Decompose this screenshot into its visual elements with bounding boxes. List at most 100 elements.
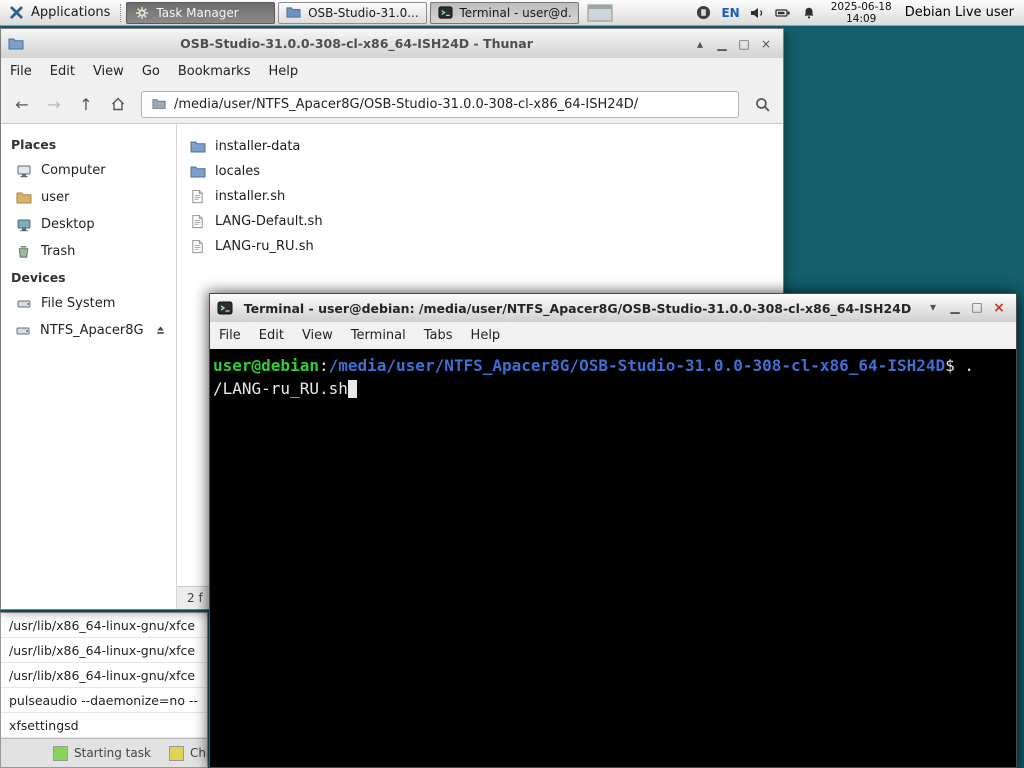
- terminal-menubar: File Edit View Terminal Tabs Help: [210, 322, 1016, 349]
- trash-icon: [15, 243, 32, 260]
- menu-go[interactable]: Go: [133, 64, 169, 79]
- file-row-lang-default-sh[interactable]: LANG-Default.sh: [177, 209, 783, 234]
- menu-terminal[interactable]: Terminal: [342, 328, 415, 343]
- thunar-window-icon: [7, 35, 24, 52]
- places-header: Places: [11, 137, 57, 152]
- process-row[interactable]: /usr/lib/x86_64-linux-gnu/xfce: [1, 663, 207, 688]
- forward-button[interactable]: →: [39, 90, 69, 118]
- close-button[interactable]: ×: [988, 300, 1010, 316]
- taskbar-button-terminal[interactable]: Terminal - user@d...: [430, 1, 580, 24]
- menu-bookmarks[interactable]: Bookmarks: [169, 64, 260, 79]
- thunar-window-title: OSB-Studio-31.0.0-308-cl-x86_64-ISH24D -…: [180, 36, 533, 51]
- menu-help[interactable]: Help: [259, 64, 307, 79]
- menu-file[interactable]: File: [210, 328, 250, 343]
- sidebar-item-desktop[interactable]: Desktop: [1, 211, 176, 238]
- sidebar-item-file-system[interactable]: File System: [1, 290, 176, 317]
- minimize-button[interactable]: ▁: [711, 37, 733, 51]
- path-folder-icon: [150, 96, 167, 113]
- thunar-toolbar: ← → ↑ /media/user/NTFS_Apacer8G/OSB-Stud…: [1, 85, 783, 124]
- taskbar-label: OSB-Studio-31.0....: [308, 5, 421, 20]
- clipboard-manager-icon[interactable]: [695, 4, 712, 21]
- sidebar-item-ntfs-apacer8g[interactable]: NTFS_Apacer8G: [1, 317, 176, 344]
- command-continuation: /LANG-ru_RU.sh: [213, 379, 348, 398]
- menu-file[interactable]: File: [1, 64, 41, 79]
- folder-icon: [189, 138, 206, 155]
- menu-edit[interactable]: Edit: [250, 328, 293, 343]
- menu-help[interactable]: Help: [462, 328, 510, 343]
- sidebar-item-computer[interactable]: Computer: [1, 157, 176, 184]
- shade-button[interactable]: ▴: [689, 37, 711, 51]
- clock-date: 2025-06-18: [830, 0, 892, 13]
- file-row-lang-ru-ru-sh[interactable]: LANG-ru_RU.sh: [177, 234, 783, 259]
- file-name: locales: [215, 164, 261, 179]
- menu-edit[interactable]: Edit: [41, 64, 84, 79]
- prompt-command-start: $ .: [945, 356, 975, 375]
- file-row-locales[interactable]: locales: [177, 159, 783, 184]
- sidebar-item-trash[interactable]: Trash: [1, 238, 176, 265]
- eject-icon[interactable]: [153, 322, 168, 339]
- folder-icon: [189, 163, 206, 180]
- back-button[interactable]: ←: [7, 90, 37, 118]
- thunar-sidebar: Places Computer user Desktop Trash Devic…: [1, 124, 177, 609]
- devices-header: Devices: [11, 270, 66, 285]
- thunar-menubar: File Edit View Go Bookmarks Help: [1, 58, 783, 85]
- prompt-user-host: user@debian: [213, 356, 319, 375]
- script-file-icon: [189, 213, 206, 230]
- file-name: installer.sh: [215, 189, 286, 204]
- terminal-window: Terminal - user@debian: /media/user/NTFS…: [209, 293, 1017, 768]
- power-battery-icon[interactable]: [775, 4, 792, 21]
- terminal-window-title: Terminal - user@debian: /media/user/NTFS…: [243, 300, 912, 316]
- path-text: /media/user/NTFS_Apacer8G/OSB-Studio-31.…: [174, 96, 639, 112]
- sidebar-item-label: Trash: [41, 244, 76, 259]
- file-row-installer-data[interactable]: installer-data: [177, 134, 783, 159]
- sidebar-item-label: Computer: [41, 163, 106, 178]
- close-button[interactable]: ×: [755, 37, 777, 51]
- sidebar-item-user[interactable]: user: [1, 184, 176, 211]
- terminal-cursor: [347, 380, 357, 398]
- up-button[interactable]: ↑: [71, 90, 101, 118]
- applications-label: Applications: [31, 5, 111, 20]
- taskbar-button-file-manager[interactable]: OSB-Studio-31.0....: [278, 1, 428, 24]
- process-row[interactable]: pulseaudio --daemonize=no --: [1, 688, 207, 713]
- menu-tabs[interactable]: Tabs: [415, 328, 462, 343]
- process-name: /usr/lib/x86_64-linux-gnu/xfce: [9, 667, 196, 683]
- terminal-line: /LANG-ru_RU.sh: [213, 377, 1013, 400]
- process-name: /usr/lib/x86_64-linux-gnu/xfce: [9, 642, 196, 658]
- legend-changing-task-swatch: [168, 745, 184, 761]
- sidebar-item-label: Desktop: [41, 217, 95, 232]
- shade-button[interactable]: ▾: [922, 300, 944, 316]
- terminal-titlebar[interactable]: Terminal - user@debian: /media/user/NTFS…: [210, 294, 1016, 322]
- maximize-button[interactable]: □: [966, 300, 988, 316]
- taskbar-button-task-manager[interactable]: Task Manager: [126, 1, 276, 24]
- keyboard-layout-indicator[interactable]: EN: [721, 6, 739, 20]
- maximize-button[interactable]: □: [733, 37, 755, 51]
- search-button[interactable]: [747, 90, 777, 118]
- task-manager-window: /usr/lib/x86_64-linux-gnu/xfce /usr/lib/…: [0, 612, 208, 768]
- minimize-button[interactable]: ▁: [944, 300, 966, 316]
- clock[interactable]: 2025-06-18 14:09: [827, 1, 896, 25]
- path-field[interactable]: /media/user/NTFS_Apacer8G/OSB-Studio-31.…: [141, 90, 739, 118]
- thunar-titlebar[interactable]: OSB-Studio-31.0.0-308-cl-x86_64-ISH24D -…: [1, 29, 783, 58]
- prompt-colon: :: [318, 356, 329, 375]
- file-row-installer-sh[interactable]: installer.sh: [177, 184, 783, 209]
- applications-icon: [8, 4, 25, 21]
- process-name: /usr/lib/x86_64-linux-gnu/xfce: [9, 617, 196, 633]
- applications-menu-button[interactable]: Applications: [0, 0, 118, 25]
- panel-separator: [120, 3, 122, 22]
- process-row[interactable]: /usr/lib/x86_64-linux-gnu/xfce: [1, 638, 207, 663]
- volume-icon[interactable]: [749, 4, 766, 21]
- task-manager-icon: [133, 4, 150, 21]
- menu-view[interactable]: View: [84, 64, 133, 79]
- notifications-bell-icon[interactable]: [801, 4, 818, 21]
- script-file-icon: [189, 238, 206, 255]
- home-button[interactable]: [103, 90, 133, 118]
- computer-icon: [15, 162, 32, 179]
- terminal-screen[interactable]: user@debian:/media/user/NTFS_Apacer8G/OS…: [210, 349, 1016, 767]
- process-row[interactable]: xfsettingsd: [1, 713, 207, 738]
- window-preview-icon[interactable]: [587, 4, 613, 22]
- drive-icon: [15, 322, 31, 339]
- process-row[interactable]: /usr/lib/x86_64-linux-gnu/xfce: [1, 613, 207, 638]
- menu-view[interactable]: View: [293, 328, 342, 343]
- taskbar-label: Terminal - user@d...: [459, 5, 573, 20]
- desktop-icon: [15, 216, 32, 233]
